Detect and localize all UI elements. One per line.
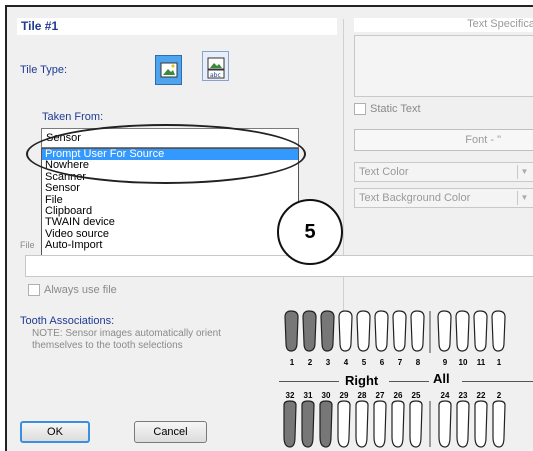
svg-text:abc: abc — [210, 72, 221, 79]
tooth-chart: 1 2 3 4 5 6 7 8 9 10 11 1 Right All 32 3… — [277, 309, 533, 451]
tooth-lower-icon[interactable] — [337, 400, 351, 448]
file-label: File — [20, 240, 35, 250]
tooth-lower-icon[interactable] — [301, 400, 315, 448]
tooth-lower-icon[interactable] — [438, 400, 452, 448]
tooth-number: 10 — [458, 358, 468, 367]
tooth-lower-icon[interactable] — [474, 400, 488, 448]
sensor-note: NOTE: Sensor images automatically orient… — [32, 328, 221, 351]
chevron-down-icon: ▼ — [517, 165, 531, 179]
tooth-upper-icon[interactable] — [473, 310, 488, 352]
tooth-upper-icon[interactable] — [392, 310, 407, 352]
tooth-number: 8 — [415, 358, 421, 367]
tooth-number: 2 — [496, 391, 502, 400]
tooth-number: 29 — [339, 391, 349, 400]
chevron-down-icon: ▼ — [517, 191, 531, 205]
tooth-lower-icon[interactable] — [391, 400, 405, 448]
tooth-number: 26 — [393, 391, 403, 400]
tooth-number: 7 — [397, 358, 403, 367]
tooth-upper-icon[interactable] — [284, 310, 299, 352]
option-auto-import[interactable]: Auto-Import — [42, 239, 298, 251]
text-bg-color-select[interactable]: Text Background Color ▼ — [354, 188, 533, 208]
tooth-number: 24 — [440, 391, 450, 400]
image-icon — [160, 62, 178, 78]
text-spec-header: Text Specificat — [354, 18, 533, 32]
all-label: All — [433, 371, 450, 386]
tooth-number: 31 — [303, 391, 313, 400]
tooth-number: 2 — [307, 358, 313, 367]
text-color-select[interactable]: Text Color ▼ — [354, 162, 533, 182]
image-tile-button[interactable] — [155, 55, 182, 85]
tooth-number: 4 — [343, 358, 349, 367]
tooth-number: 27 — [375, 391, 385, 400]
dialog-title: Tile #1 — [17, 18, 337, 35]
tooth-number: 23 — [458, 391, 468, 400]
text-bg-color-label: Text Background Color — [359, 192, 471, 204]
tooth-number: 22 — [476, 391, 486, 400]
tooth-number: 1 — [289, 358, 295, 367]
tooth-number: 11 — [476, 358, 486, 367]
tooth-number: 32 — [285, 391, 295, 400]
tooth-upper-icon[interactable] — [302, 310, 317, 352]
image-text-tile-button[interactable]: abc — [202, 51, 229, 81]
tooth-upper-icon[interactable] — [374, 310, 389, 352]
file-path-input[interactable] — [25, 255, 533, 277]
tooth-number: 9 — [442, 358, 448, 367]
ok-button[interactable]: OK — [20, 421, 90, 443]
tooth-upper-icon[interactable] — [356, 310, 371, 352]
tooth-number: 3 — [325, 358, 331, 367]
font-button[interactable]: Font - " — [354, 129, 533, 151]
option-sensor[interactable]: Sensor — [42, 182, 298, 194]
tooth-number: 30 — [321, 391, 331, 400]
taken-from-label: Taken From: — [42, 111, 104, 123]
tooth-upper-icon[interactable] — [410, 310, 425, 352]
tooth-associations-label: Tooth Associations: — [20, 315, 115, 327]
tooth-upper-icon[interactable] — [320, 310, 335, 352]
tooth-lower-icon[interactable] — [456, 400, 470, 448]
text-spec-box — [354, 35, 533, 97]
tooth-upper-icon[interactable] — [491, 310, 506, 352]
static-text-label: Static Text — [370, 103, 421, 115]
step-callout: 5 — [277, 199, 343, 265]
tooth-lower-icon[interactable] — [355, 400, 369, 448]
image-text-icon: abc — [207, 57, 225, 79]
tooth-number: 28 — [357, 391, 367, 400]
tile-dialog: Tile #1 Tile Type: abc Taken From: Senso… — [5, 5, 533, 451]
text-color-label: Text Color — [359, 166, 409, 178]
tooth-upper-icon[interactable] — [437, 310, 452, 352]
tooth-lower-icon[interactable] — [373, 400, 387, 448]
tooth-number: 6 — [379, 358, 385, 367]
tile-type-label: Tile Type: — [20, 64, 68, 76]
tooth-chart-svg — [283, 310, 506, 448]
highlight-ellipse — [26, 124, 306, 184]
tooth-lower-icon[interactable] — [283, 400, 297, 448]
tooth-number: 1 — [496, 358, 502, 367]
cancel-button[interactable]: Cancel — [134, 421, 207, 443]
always-use-file-label: Always use file — [44, 284, 117, 296]
always-use-file-checkbox[interactable] — [28, 284, 40, 296]
divider — [279, 381, 339, 382]
right-label: Right — [345, 373, 379, 388]
static-text-checkbox[interactable] — [354, 103, 366, 115]
divider — [389, 381, 429, 382]
tooth-number: 5 — [361, 358, 367, 367]
tooth-lower-icon[interactable] — [492, 400, 506, 448]
tooth-upper-icon[interactable] — [455, 310, 470, 352]
tooth-lower-icon[interactable] — [319, 400, 333, 448]
divider — [462, 381, 533, 382]
tooth-number: 25 — [411, 391, 421, 400]
tooth-upper-icon[interactable] — [338, 310, 353, 352]
tooth-lower-icon[interactable] — [409, 400, 423, 448]
